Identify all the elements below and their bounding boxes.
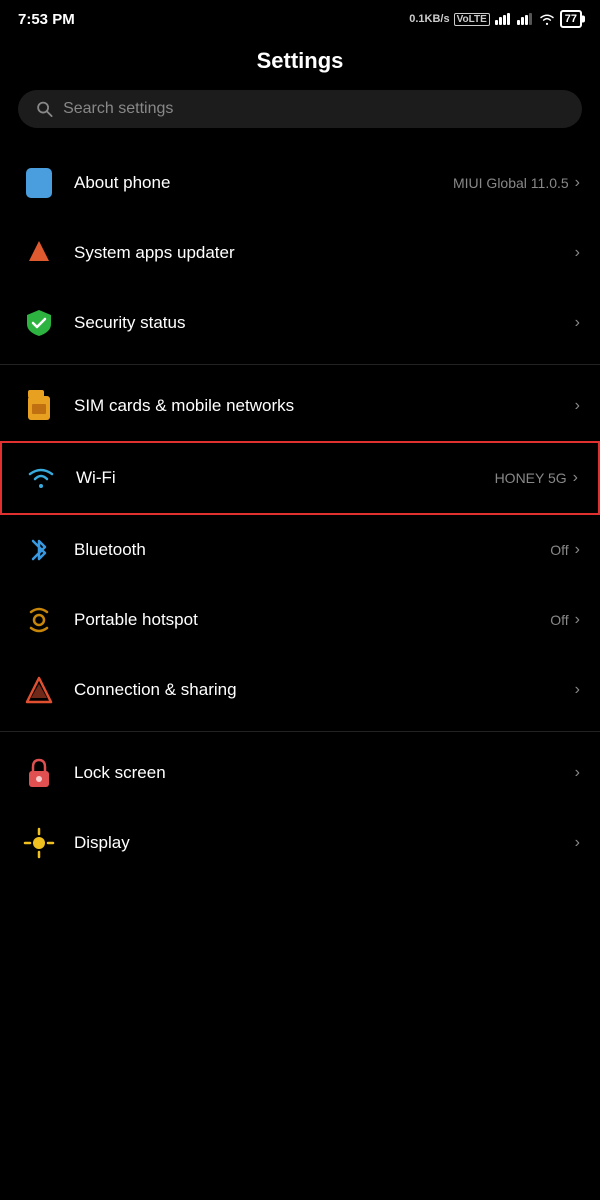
settings-item-wifi[interactable]: Wi-Fi HONEY 5G › [0,441,600,515]
wifi-value: HONEY 5G [495,470,567,486]
search-icon [36,100,53,118]
bluetooth-label: Bluetooth [74,540,146,560]
shield-icon [20,304,58,342]
settings-item-connection-sharing[interactable]: Connection & sharing › [0,655,600,725]
settings-list: About phone MIUI Global 11.0.5 › System … [0,148,600,878]
wifi-status-icon [538,12,556,26]
settings-item-hotspot[interactable]: Portable hotspot Off › [0,585,600,655]
hotspot-label: Portable hotspot [74,610,198,630]
connection-label: Connection & sharing [74,680,237,700]
search-bar[interactable] [18,90,582,128]
status-bar: 7:53 PM 0.1KB/s VoLTE 77 [0,0,600,34]
lock-screen-chevron: › [575,764,580,782]
bluetooth-value: Off [550,542,568,558]
hotspot-icon [20,601,58,639]
signal-icon-1 [494,12,512,26]
battery-icon: 77 [560,10,582,28]
settings-item-sim-cards[interactable]: SIM cards & mobile networks › [0,371,600,441]
hotspot-value: Off [550,612,568,628]
wifi-chevron: › [573,469,578,487]
system-apps-label: System apps updater [74,243,235,263]
settings-item-about-phone[interactable]: About phone MIUI Global 11.0.5 › [0,148,600,218]
hotspot-chevron: › [575,611,580,629]
status-time: 7:53 PM [18,11,75,28]
arrow-up-icon [20,234,58,272]
settings-item-system-apps[interactable]: System apps updater › [0,218,600,288]
bluetooth-icon [20,531,58,569]
lock-icon [20,754,58,792]
system-apps-chevron: › [575,244,580,262]
divider-1 [0,364,600,365]
display-label: Display [74,833,130,853]
search-input[interactable] [63,100,564,118]
sim-cards-label: SIM cards & mobile networks [74,396,294,416]
phone-icon [20,164,58,202]
about-phone-label: About phone [74,173,170,193]
display-chevron: › [575,834,580,852]
security-status-chevron: › [575,314,580,332]
bluetooth-chevron: › [575,541,580,559]
settings-item-lock-screen[interactable]: Lock screen › [0,738,600,808]
status-icons: 0.1KB/s VoLTE 77 [409,10,582,28]
settings-item-bluetooth[interactable]: Bluetooth Off › [0,515,600,585]
connection-icon [20,671,58,709]
divider-2 [0,731,600,732]
about-phone-value: MIUI Global 11.0.5 [453,175,569,191]
about-phone-chevron: › [575,174,580,192]
page-title: Settings [0,34,600,90]
security-status-label: Security status [74,313,186,333]
network-speed: 0.1KB/s [409,13,449,25]
wifi-icon [22,459,60,497]
settings-item-security-status[interactable]: Security status › [0,288,600,358]
volte-icon: VoLTE [454,13,490,26]
signal-icon-2 [516,12,534,26]
sim-icon [20,387,58,425]
settings-item-display[interactable]: Display › [0,808,600,878]
lock-screen-label: Lock screen [74,763,166,783]
connection-chevron: › [575,681,580,699]
wifi-label: Wi-Fi [76,468,116,488]
sim-cards-chevron: › [575,397,580,415]
display-icon [20,824,58,862]
